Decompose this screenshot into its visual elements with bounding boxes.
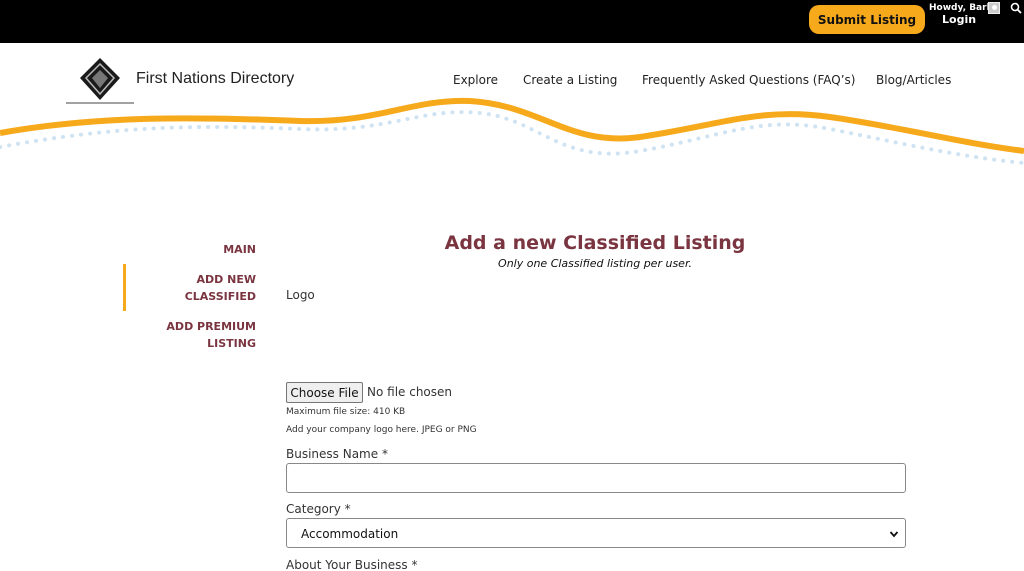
category-selected-value: Accommodation xyxy=(301,527,399,541)
sidebar-item-label: MAIN xyxy=(223,243,256,256)
search-icon[interactable] xyxy=(1010,2,1022,14)
business-name-input[interactable] xyxy=(286,463,906,493)
file-status: No file chosen xyxy=(367,385,453,399)
sidebar-item-label: LISTING xyxy=(207,337,256,350)
submit-listing-button[interactable]: Submit Listing xyxy=(809,5,925,34)
category-label: Category * xyxy=(286,502,351,516)
nav-create-listing[interactable]: Create a Listing xyxy=(523,73,617,87)
nav-explore[interactable]: Explore xyxy=(453,73,498,87)
avatar[interactable] xyxy=(988,2,1000,14)
nav-blog[interactable]: Blog/Articles xyxy=(876,73,951,87)
decorative-wave xyxy=(0,97,1024,165)
choose-file-button[interactable]: Choose File xyxy=(286,382,363,403)
about-business-label: About Your Business * xyxy=(286,558,418,571)
page-subtitle: Only one Classified listing per user. xyxy=(498,257,692,270)
sidebar-item-main[interactable]: MAIN xyxy=(223,241,256,258)
nav-faq[interactable]: Frequently Asked Questions (FAQ’s) xyxy=(642,73,855,87)
sidebar-active-indicator xyxy=(123,264,126,311)
sidebar-item-label: ADD PREMIUM xyxy=(166,320,256,333)
logo-label: Logo xyxy=(286,288,315,302)
sidebar-item-add-premium-listing[interactable]: ADD PREMIUM LISTING xyxy=(166,318,256,352)
top-bar: Submit Listing Howdy, Barbi Login xyxy=(0,0,1024,43)
logo-format-hint: Add your company logo here. JPEG or PNG xyxy=(286,425,477,435)
sidebar-item-add-new-classified[interactable]: ADD NEW CLASSIFIED xyxy=(185,271,256,305)
category-select[interactable]: Accommodation xyxy=(286,518,906,548)
page-title: Add a new Classified Listing xyxy=(444,232,746,254)
user-greeting[interactable]: Howdy, Barbi xyxy=(929,3,996,13)
chevron-down-icon xyxy=(889,531,899,538)
max-file-size-hint: Maximum file size: 410 KB xyxy=(286,407,406,417)
login-link[interactable]: Login xyxy=(942,13,976,26)
business-name-label: Business Name * xyxy=(286,447,388,461)
sidebar-item-label: CLASSIFIED xyxy=(184,290,256,303)
site-title[interactable]: First Nations Directory xyxy=(136,70,294,88)
sidebar-item-label: ADD NEW xyxy=(196,273,256,286)
